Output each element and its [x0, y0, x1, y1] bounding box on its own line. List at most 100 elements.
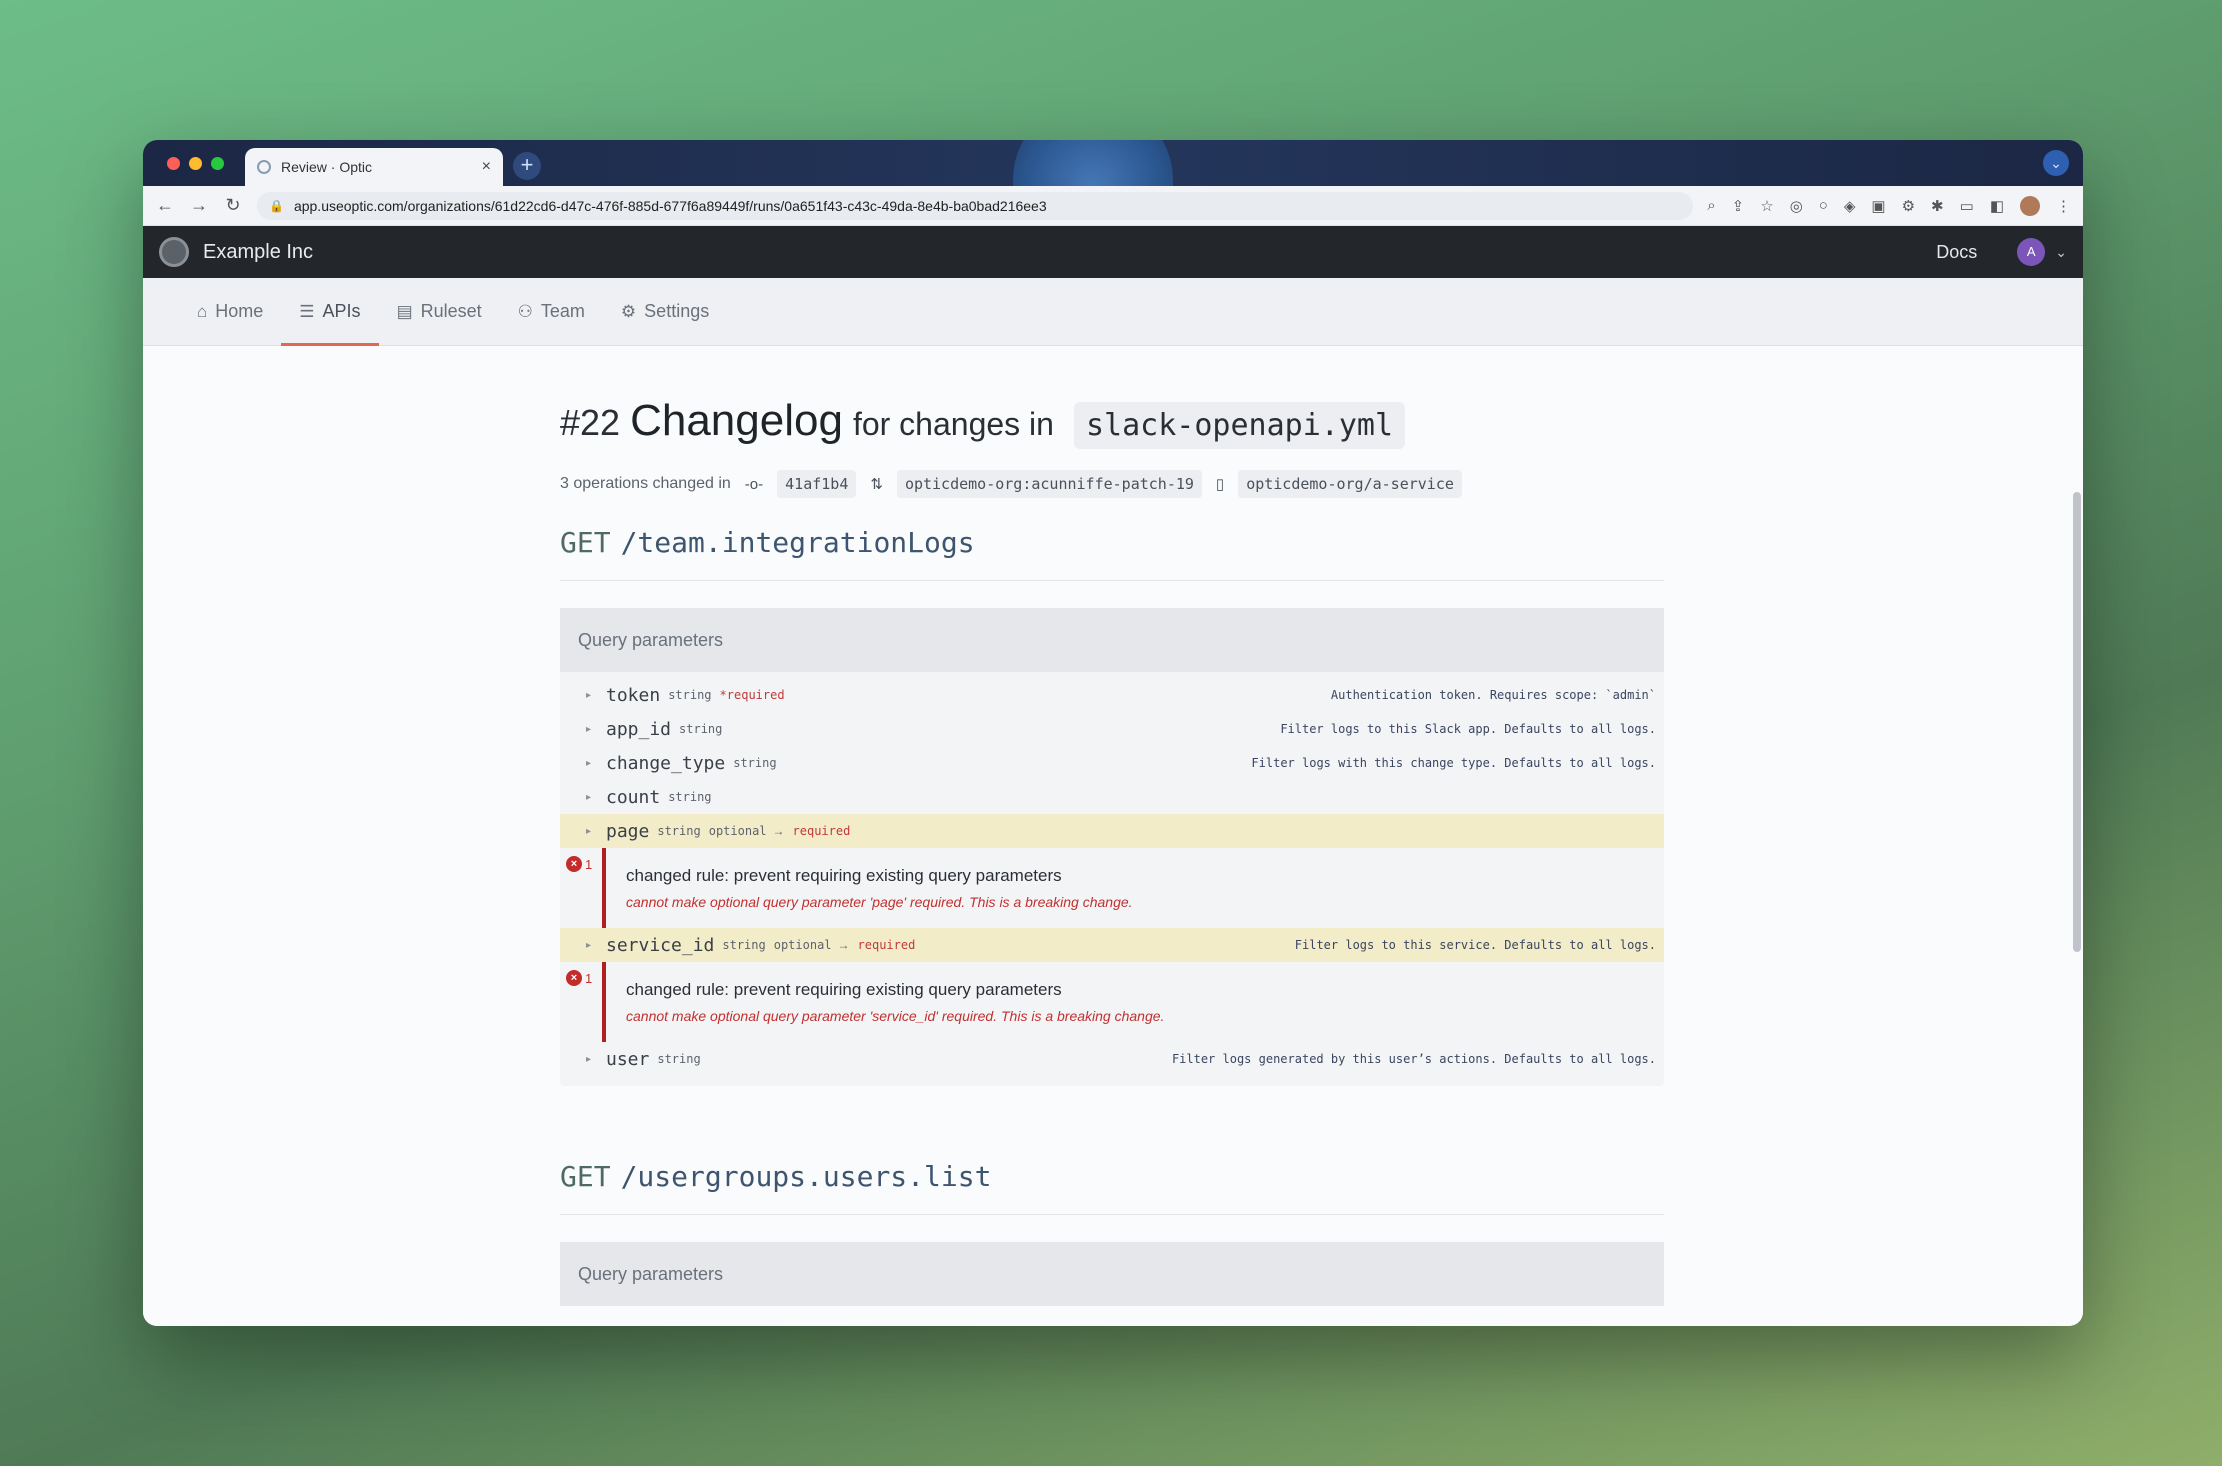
docs-link[interactable]: Docs: [1936, 242, 1977, 263]
param-row[interactable]: ▸ app_id string Filter logs to this Slac…: [560, 712, 1664, 746]
forward-icon[interactable]: →: [189, 195, 209, 216]
nav-item-settings[interactable]: ⚙ Settings: [603, 278, 727, 346]
param-name: page: [606, 820, 650, 842]
param-name: token: [606, 684, 661, 706]
close-window-button[interactable]: [167, 157, 180, 170]
org-name[interactable]: Example Inc: [203, 241, 313, 264]
param-row-changed[interactable]: ▸ service_id string optional → required …: [560, 928, 1664, 962]
param-name: change_type: [606, 752, 726, 774]
param-type: string: [679, 722, 723, 736]
param-type: string: [657, 824, 701, 838]
param-row[interactable]: ▸ count string: [560, 780, 1664, 814]
chevron-down-icon[interactable]: ⌄: [2055, 244, 2067, 261]
param-name: count: [606, 786, 661, 808]
optic-favicon-icon: [257, 160, 271, 174]
param-row-changed[interactable]: ▸ page string optional → required: [560, 814, 1664, 848]
http-method: GET: [560, 526, 611, 559]
param-row[interactable]: ▸ user string Filter logs generated by t…: [560, 1042, 1664, 1076]
caret-right-icon[interactable]: ▸: [586, 940, 591, 951]
nav-item-home[interactable]: ⌂ Home: [179, 278, 281, 346]
change-arrow-icon: →: [837, 938, 850, 952]
scrollbar[interactable]: [2073, 492, 2081, 952]
nav-label: Team: [540, 301, 585, 321]
tab-search-icon[interactable]: ⌄: [2043, 150, 2069, 176]
sidebar-icon[interactable]: ◧: [1990, 197, 2004, 215]
close-tab-icon[interactable]: ×: [482, 158, 491, 176]
endpoint-heading: GET/team.integrationLogs: [560, 526, 975, 559]
address-bar[interactable]: 🔒 app.useoptic.com/organizations/61d22cd…: [257, 191, 1694, 220]
new-tab-button[interactable]: +: [513, 152, 541, 180]
reload-icon[interactable]: ↻: [223, 195, 243, 216]
globe-decoration: [1013, 140, 1173, 186]
issue-count: 1: [585, 970, 593, 986]
param-required: *required: [719, 688, 785, 702]
change-meta: 3 operations changed in -o- 41af1b4 ⇅ op…: [560, 470, 1462, 498]
nav-item-team[interactable]: ⚇ Team: [500, 278, 603, 346]
zoom-icon[interactable]: ⌕: [1707, 197, 1715, 214]
branch-name[interactable]: opticdemo-org:acunniffe-patch-19: [896, 470, 1202, 498]
caret-right-icon[interactable]: ▸: [586, 758, 591, 769]
minimize-window-button[interactable]: [189, 157, 202, 170]
http-method: GET: [560, 1160, 611, 1193]
caret-right-icon[interactable]: ▸: [586, 826, 591, 837]
nav-item-apis[interactable]: ☰ APIs: [281, 278, 379, 346]
extension-icon[interactable]: ▣: [1871, 197, 1885, 215]
cast-icon[interactable]: ▭: [1960, 197, 1974, 215]
panel-header: Query parameters: [560, 1242, 1664, 1306]
ruleset-icon: ▤: [396, 301, 413, 321]
puzzle-icon[interactable]: ✱: [1931, 197, 1944, 215]
url-text: app.useoptic.com/organizations/61d22cd6-…: [293, 197, 1047, 214]
nav-item-ruleset[interactable]: ▤ Ruleset: [379, 278, 500, 346]
window-controls: [167, 157, 224, 170]
team-icon: ⚇: [517, 301, 533, 321]
tab-title: Review · Optic: [281, 159, 373, 175]
extension-icon[interactable]: ◈: [1844, 197, 1856, 215]
api-list-icon: ☰: [299, 301, 315, 321]
extension-icon[interactable]: ⚙: [1902, 197, 1915, 215]
issue-count-badge: × 1: [566, 970, 592, 986]
issue-title: changed rule: prevent requiring existing…: [626, 866, 1062, 885]
divider: [560, 580, 1664, 581]
param-name: user: [606, 1048, 650, 1070]
extension-icons: ⌕ ⇪ ☆ ◎ ○ ◈ ▣ ⚙ ✱ ▭ ◧ ⋮: [1707, 195, 2071, 216]
param-type: string: [733, 756, 777, 770]
query-parameters-panel: Query parameters: [560, 1242, 1664, 1306]
nav-label: Home: [215, 301, 264, 321]
nav-label: Settings: [644, 301, 710, 321]
repo-name[interactable]: opticdemo-org/a-service: [1238, 470, 1462, 498]
extension-icon[interactable]: ○: [1819, 197, 1828, 214]
home-icon: ⌂: [197, 301, 208, 321]
profile-avatar[interactable]: [2020, 195, 2040, 216]
change-arrow-icon: →: [772, 824, 785, 838]
param-row[interactable]: ▸ change_type string Filter logs with th…: [560, 746, 1664, 780]
rule-issue: × 1 changed rule: prevent requiring exis…: [560, 962, 1664, 1042]
param-type: string: [668, 688, 712, 702]
commit-hash[interactable]: 41af1b4: [777, 470, 857, 498]
extension-icon[interactable]: ◎: [1790, 197, 1803, 215]
query-parameters-panel: Query parameters ▸ token string *require…: [560, 608, 1664, 1086]
spec-file-name: slack-openapi.yml: [1073, 402, 1405, 449]
param-name: app_id: [606, 718, 672, 740]
browser-tab[interactable]: Review · Optic ×: [245, 148, 503, 186]
caret-right-icon[interactable]: ▸: [586, 792, 591, 803]
back-icon[interactable]: ←: [155, 195, 175, 216]
caret-right-icon[interactable]: ▸: [586, 724, 591, 735]
page-content: #22 Changelog for changes in slack-opena…: [143, 346, 2083, 1326]
nav-label: APIs: [322, 301, 361, 321]
issue-bar: [602, 962, 606, 1042]
user-avatar[interactable]: A: [2017, 238, 2046, 266]
share-icon[interactable]: ⇪: [1732, 197, 1745, 215]
divider: [560, 1214, 1664, 1215]
kebab-menu-icon[interactable]: ⋮: [2056, 197, 2071, 215]
issue-count: 1: [585, 856, 593, 872]
param-description: Filter logs generated by this user’s act…: [1171, 1052, 1656, 1066]
param-row[interactable]: ▸ token string *required Authentication …: [560, 678, 1664, 712]
param-old-requirement: optional: [773, 938, 832, 952]
issue-title: changed rule: prevent requiring existing…: [626, 980, 1062, 999]
param-type: string: [722, 938, 766, 952]
panel-header: Query parameters: [560, 608, 1664, 672]
caret-right-icon[interactable]: ▸: [586, 690, 591, 701]
zoom-window-button[interactable]: [211, 157, 224, 170]
bookmark-star-icon[interactable]: ☆: [1760, 197, 1773, 215]
caret-right-icon[interactable]: ▸: [586, 1054, 591, 1065]
